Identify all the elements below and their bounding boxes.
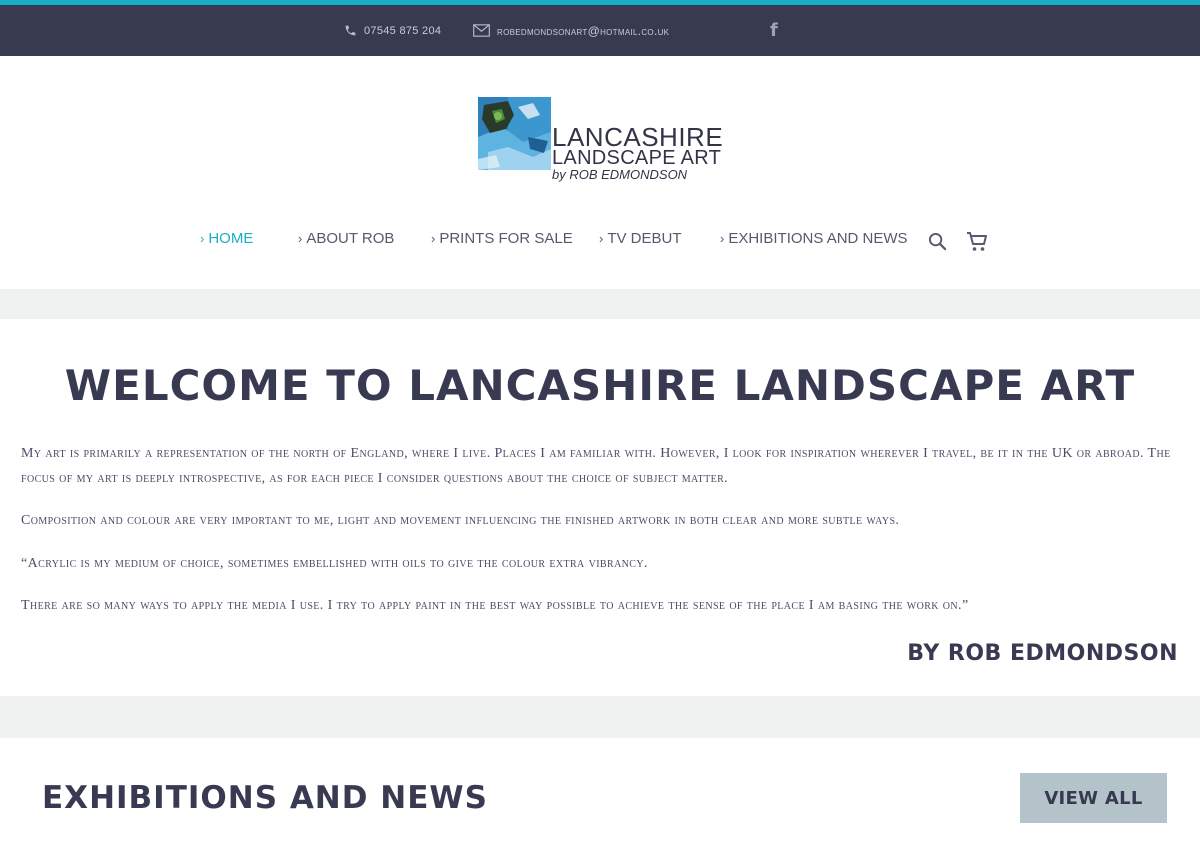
welcome-paragraph: There are so many ways to apply the medi… — [21, 598, 969, 613]
nav-item-home[interactable]: › HOME — [200, 230, 253, 247]
chevron-right-icon: › — [720, 231, 725, 246]
search-icon[interactable] — [928, 232, 947, 256]
chevron-right-icon: › — [431, 231, 436, 246]
view-all-button[interactable]: VIEW ALL — [1020, 773, 1167, 823]
chevron-right-icon: › — [599, 231, 604, 246]
nav-item-label: EXHIBITIONS AND NEWS — [728, 230, 908, 247]
site-header: LANCASHIRE LANDSCAPE ART by ROB EDMONDSO… — [0, 56, 1200, 289]
facebook-icon[interactable]: f — [770, 5, 778, 56]
welcome-paragraph: My art is primarily a representation of … — [21, 446, 1171, 486]
news-heading: EXHIBITIONS AND NEWS — [42, 780, 488, 816]
phone-link[interactable]: 07545 875 204 — [344, 5, 441, 56]
main-nav: › HOME › ABOUT ROB › PRINTS FOR SALE › TV DE… — [0, 230, 1200, 252]
phone-number: 07545 875 204 — [364, 24, 442, 37]
nav-item-label: PRINTS FOR SALE — [439, 230, 573, 247]
logo-line-3: by ROB EDMONDSON — [552, 167, 688, 182]
nav-item-prints-for-sale[interactable]: › PRINTS FOR SALE — [431, 230, 573, 247]
welcome-heading: WELCOME TO LANCASHIRE LANDSCAPE ART — [64, 361, 1136, 410]
nav-item-label: HOME — [208, 230, 254, 247]
logo-wordmark: LANCASHIRE LANDSCAPE ART by ROB EDMONDSO… — [552, 122, 724, 183]
mail-icon — [473, 24, 490, 37]
section-divider — [0, 289, 1200, 319]
logo-line-1: LANCASHIRE — [552, 122, 724, 152]
nav-item-about-rob[interactable]: › ABOUT ROB — [298, 230, 394, 247]
nav-item-label: TV DEBUT — [607, 230, 682, 247]
chevron-right-icon: › — [298, 231, 303, 246]
logo-painting-image — [478, 97, 551, 170]
nav-item-exhibitions-and-news[interactable]: › EXHIBITIONS AND NEWS — [720, 230, 908, 247]
contact-bar: 07545 875 204 ROBEDMONDSONART@HOTMAIL.CO… — [0, 5, 1200, 56]
phone-icon — [345, 25, 356, 36]
welcome-paragraph: Composition and colour are very importan… — [21, 513, 900, 528]
welcome-paragraph: “Acrylic is my medium of choice, sometim… — [21, 556, 648, 571]
section-divider — [0, 696, 1200, 738]
site-logo[interactable]: LANCASHIRE LANDSCAPE ART by ROB EDMONDSO… — [478, 97, 728, 187]
email-address: ROBEDMONDSONART@HOTMAIL.CO.UK — [497, 23, 670, 38]
exhibitions-news-section: EXHIBITIONS AND NEWS VIEW ALL — [0, 738, 1200, 850]
nav-item-tv-debut[interactable]: › TV DEBUT — [599, 230, 682, 247]
email-link[interactable]: ROBEDMONDSONART@HOTMAIL.CO.UK — [473, 5, 669, 56]
author-byline: BY ROB EDMONDSON — [907, 641, 1178, 666]
cart-icon[interactable] — [966, 231, 988, 257]
nav-item-label: ABOUT ROB — [306, 230, 395, 247]
welcome-section: WELCOME TO LANCASHIRE LANDSCAPE ART My a… — [0, 319, 1200, 696]
logo-line-2: LANDSCAPE ART — [552, 147, 722, 169]
chevron-right-icon: › — [200, 231, 205, 246]
